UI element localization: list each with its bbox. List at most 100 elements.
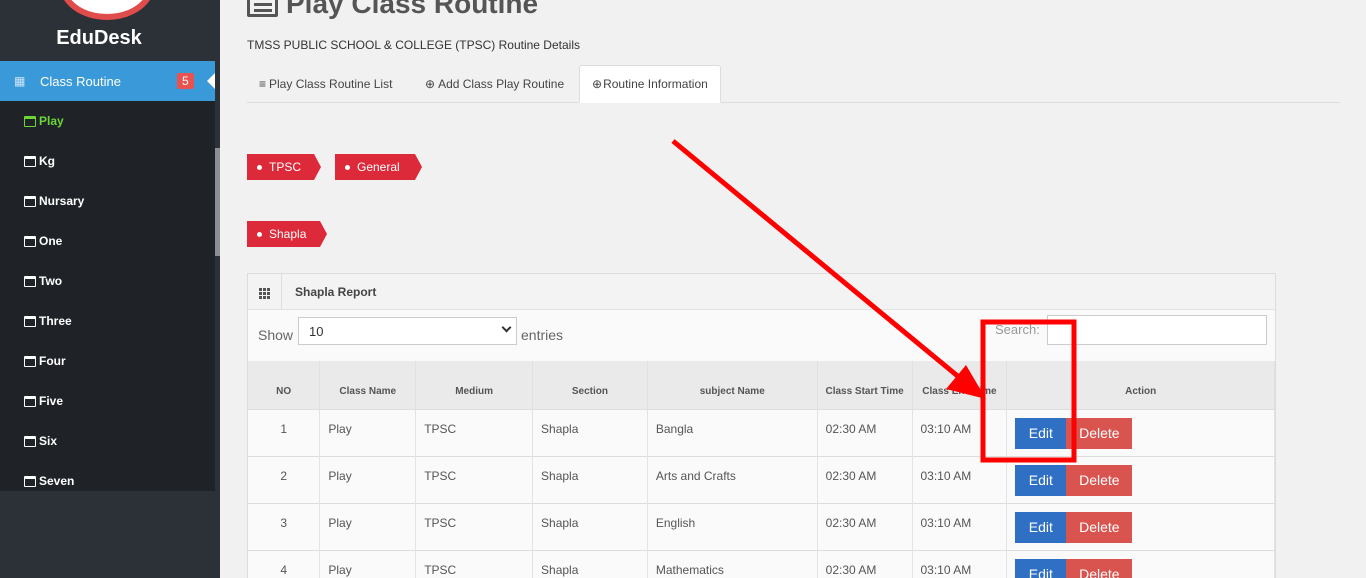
tab-add-routine[interactable]: ⊕ Add Class Play Routine bbox=[413, 65, 576, 103]
bars-icon: ≡ bbox=[259, 77, 267, 91]
col-class-end-time: Class End Time bbox=[912, 361, 1008, 409]
dot-icon bbox=[257, 164, 262, 170]
group-tag: General bbox=[335, 154, 422, 180]
sidebar-item-six[interactable]: Six bbox=[24, 431, 57, 451]
col-medium: Medium bbox=[415, 361, 534, 409]
sidebar-item-label: One bbox=[39, 234, 63, 248]
tab-routine-list[interactable]: ≡ Play Class Routine List bbox=[247, 65, 404, 103]
sidebar-item-label: Five bbox=[39, 394, 64, 408]
col-subject-name: subject Name bbox=[647, 361, 818, 409]
report-panel: Shapla Report Show 10 entries Search: NO… bbox=[247, 273, 1276, 578]
calendar-icon bbox=[24, 435, 36, 447]
sidebar-item-three[interactable]: Three bbox=[24, 311, 72, 331]
calendar-icon bbox=[24, 235, 36, 247]
edit-button[interactable]: Edit bbox=[1015, 558, 1067, 578]
brand-name: EduDesk bbox=[56, 27, 142, 49]
calendar-icon bbox=[24, 195, 36, 207]
sidebar-item-play[interactable]: Play bbox=[24, 111, 64, 131]
page-subtitle: TMSS PUBLIC SCHOOL & COLLEGE (TPSC) Rout… bbox=[247, 38, 580, 52]
tag-label: General bbox=[357, 160, 400, 174]
sidebar-item-label: Class Routine bbox=[40, 74, 121, 89]
sidebar-item-four[interactable]: Four bbox=[24, 351, 66, 371]
dot-icon bbox=[345, 164, 350, 170]
cell-class: Play bbox=[319, 549, 417, 578]
sidebar-item-nursary[interactable]: Nursary bbox=[24, 191, 84, 211]
cell-class: Play bbox=[319, 408, 417, 456]
cell-start: 02:30 AM bbox=[817, 408, 913, 456]
chevron-down-icon bbox=[501, 322, 512, 333]
delete-button[interactable]: Delete bbox=[1066, 417, 1133, 449]
cell-section: Shapla bbox=[532, 408, 648, 456]
routine-table: NO Class Name Medium Section subject Nam… bbox=[248, 361, 1275, 578]
tag-label: Shapla bbox=[269, 227, 307, 241]
list-icon bbox=[247, 0, 278, 17]
edit-button[interactable]: Edit bbox=[1015, 511, 1067, 543]
plus-circle-icon: ⊕ bbox=[425, 77, 436, 91]
medium-tag: TPSC bbox=[247, 154, 321, 180]
tag-label: TPSC bbox=[269, 160, 302, 174]
plus-circle-icon: ⊕ bbox=[592, 77, 603, 91]
tab-routine-information[interactable]: ⊕ Routine Information bbox=[579, 65, 721, 103]
table-row: 4 Play TPSC Shapla Mathematics 02:30 AM … bbox=[248, 549, 1275, 578]
calendar-icon bbox=[24, 355, 36, 367]
active-indicator bbox=[207, 73, 215, 89]
cell-start: 02:30 AM bbox=[817, 502, 913, 550]
col-action: Action bbox=[1006, 361, 1275, 409]
cell-section: Shapla bbox=[532, 549, 648, 578]
entries-label: entries bbox=[521, 327, 564, 343]
search-label: Search: bbox=[995, 322, 1040, 337]
calendar-icon: ▦ bbox=[14, 74, 26, 88]
cell-end: 03:10 AM bbox=[912, 408, 1008, 456]
cell-end: 03:10 AM bbox=[912, 455, 1008, 503]
sidebar-item-two[interactable]: Two bbox=[24, 271, 62, 291]
cell-subject: Bangla bbox=[647, 408, 818, 456]
dot-icon bbox=[257, 231, 262, 237]
sidebar-item-kg[interactable]: Kg bbox=[24, 151, 55, 171]
sidebar-item-label: Play bbox=[39, 114, 64, 128]
sidebar-item-one[interactable]: One bbox=[24, 231, 62, 251]
col-section: Section bbox=[532, 361, 648, 409]
delete-button[interactable]: Delete bbox=[1066, 558, 1133, 578]
calendar-icon bbox=[24, 315, 36, 327]
cell-start: 02:30 AM bbox=[817, 455, 913, 503]
cell-end: 03:10 AM bbox=[912, 502, 1008, 550]
cell-action: Edit Delete bbox=[1006, 502, 1275, 550]
calendar-icon bbox=[24, 395, 36, 407]
entries-select[interactable]: 10 bbox=[298, 317, 517, 345]
search-input[interactable] bbox=[1047, 315, 1267, 345]
cell-section: Shapla bbox=[532, 502, 648, 550]
sidebar-item-label: Four bbox=[39, 354, 66, 368]
cell-section: Shapla bbox=[532, 455, 648, 503]
show-label: Show bbox=[258, 327, 294, 343]
submenu: Play Kg Nursary One Two Three Four Five … bbox=[0, 101, 215, 491]
cell-medium: TPSC bbox=[415, 549, 534, 578]
sidebar-item-class-routine[interactable]: ▦ Class Routine 5 bbox=[0, 61, 215, 101]
col-class-start-time: Class Start Time bbox=[817, 361, 913, 409]
cell-subject: English bbox=[647, 502, 818, 550]
sidebar-item-seven[interactable]: Seven bbox=[24, 471, 74, 491]
cell-subject: Arts and Crafts bbox=[647, 455, 818, 503]
panel-header: Shapla Report bbox=[248, 274, 1275, 310]
school-logo bbox=[59, 0, 155, 20]
cell-no: 2 bbox=[248, 455, 321, 503]
brand-area: EduDesk bbox=[0, 0, 220, 61]
calendar-icon bbox=[24, 115, 36, 127]
page-title-text: Play Class Routine bbox=[286, 0, 539, 19]
edit-button[interactable]: Edit bbox=[1015, 417, 1067, 449]
grid-icon bbox=[248, 274, 282, 310]
cell-class: Play bbox=[319, 502, 417, 550]
cell-end: 03:10 AM bbox=[912, 549, 1008, 578]
cell-subject: Mathematics bbox=[647, 549, 818, 578]
delete-button[interactable]: Delete bbox=[1066, 511, 1133, 543]
delete-button[interactable]: Delete bbox=[1066, 464, 1133, 496]
sidebar-item-label: Three bbox=[39, 314, 72, 328]
sidebar-item-label: Kg bbox=[39, 154, 55, 168]
calendar-icon bbox=[24, 275, 36, 287]
tab-label: Play Class Routine List bbox=[269, 77, 393, 91]
cell-medium: TPSC bbox=[415, 502, 534, 550]
calendar-icon bbox=[24, 475, 36, 487]
edit-button[interactable]: Edit bbox=[1015, 464, 1067, 496]
sidebar-item-five[interactable]: Five bbox=[24, 391, 63, 411]
panel-title: Shapla Report bbox=[295, 285, 377, 299]
col-class-name: Class Name bbox=[319, 361, 417, 409]
